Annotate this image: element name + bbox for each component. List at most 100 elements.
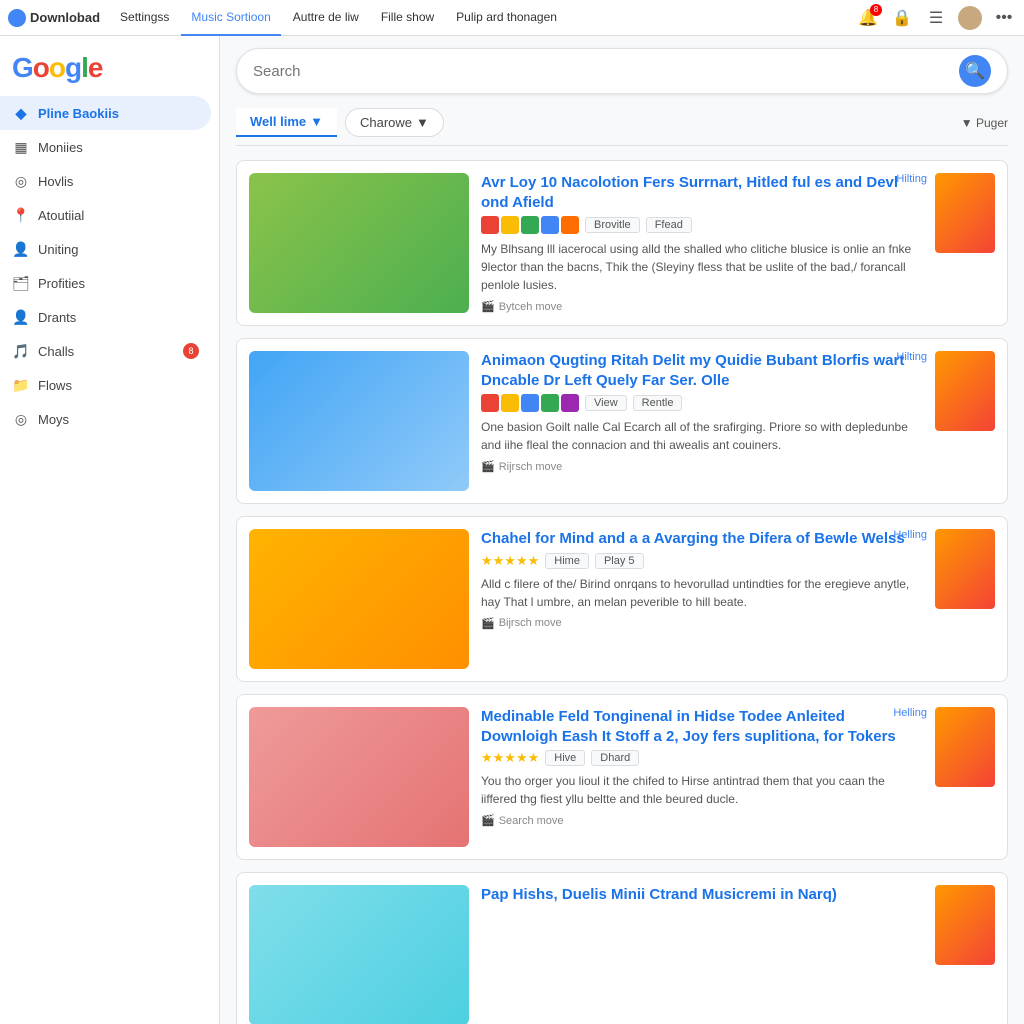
- movie-title[interactable]: Chahel for Mind and a a Avarging the Dif…: [481, 529, 923, 549]
- movie-info: Animaon Qugting Ritah Delit my Quidie Bu…: [481, 351, 923, 473]
- filter-charowe[interactable]: Charowe ▼: [345, 108, 444, 137]
- pagination-label[interactable]: ▼ Puger: [961, 116, 1008, 130]
- google-logo: Google: [12, 52, 102, 84]
- sidebar-item-pline[interactable]: ◆ Pline Baokiis: [0, 96, 211, 130]
- sidebar-item-challs[interactable]: 🎵 Challs 8: [0, 334, 211, 368]
- nav-settings[interactable]: Settingss: [110, 0, 179, 36]
- movie-tags: Brovitle Ffead: [481, 216, 923, 234]
- source-label: Bijrsch move: [499, 617, 562, 629]
- movie-thumbnail: [249, 351, 469, 491]
- movie-card: Medinable Feld Tonginenal in Hidse Todee…: [236, 694, 1008, 860]
- source-icon: 🎬: [481, 617, 495, 630]
- movie-thumb-image: [249, 351, 469, 491]
- tag-button[interactable]: Brovitle: [585, 217, 640, 233]
- movie-description: Alld c filere of the/ Birind onrqans to …: [481, 575, 923, 611]
- sidebar-item-atoutiial[interactable]: 📍 Atoutiial: [0, 198, 211, 232]
- movie-info: Medinable Feld Tonginenal in Hidse Todee…: [481, 707, 923, 827]
- movie-action[interactable]: Hilting: [896, 173, 927, 185]
- platform-icon: [541, 216, 559, 234]
- sidebar-label-profities: Profities: [38, 276, 85, 291]
- tag-button[interactable]: Play 5: [595, 553, 644, 569]
- movie-source: 🎬 Bytceh move: [481, 300, 923, 313]
- brand-name: Downlobad: [30, 10, 100, 25]
- search-button[interactable]: 🔍: [959, 55, 991, 87]
- chevron-down-icon-2: ▼: [416, 115, 429, 130]
- movie-info: Chahel for Mind and a a Avarging the Dif…: [481, 529, 923, 630]
- tag-button[interactable]: Hive: [545, 750, 585, 766]
- movie-tags: View Rentle: [481, 394, 923, 412]
- movie-action[interactable]: Hilting: [896, 351, 927, 363]
- movie-title[interactable]: Avr Loy 10 Nacolotion Fers Surrnart, Hit…: [481, 173, 923, 212]
- sidebar-label-drants: Drants: [38, 310, 76, 325]
- nav-music[interactable]: Music Sortioon: [181, 0, 280, 36]
- sidebar-item-uniting[interactable]: 👤 Uniting: [0, 232, 211, 266]
- platform-icon: [541, 394, 559, 412]
- filter-well-lime[interactable]: Well lime ▼: [236, 108, 337, 137]
- bell-icon[interactable]: 🔔 8: [856, 6, 880, 30]
- lock-icon[interactable]: 🔒: [890, 6, 914, 30]
- sidebar-label-flows: Flows: [38, 378, 72, 393]
- movie-action[interactable]: Helling: [893, 529, 927, 541]
- sidebar-label-challs: Challs: [38, 344, 74, 359]
- drants-icon: 👤: [12, 308, 30, 326]
- source-icon: 🎬: [481, 300, 495, 313]
- tag-button[interactable]: Ffead: [646, 217, 692, 233]
- movie-description: You tho orger you lioul it the chifed to…: [481, 772, 923, 808]
- sidebar-item-profities[interactable]: 🗂 Profities: [0, 266, 211, 300]
- movie-side-thumbnail: [935, 173, 995, 253]
- platform-icon: [561, 394, 579, 412]
- uniting-icon: 👤: [12, 240, 30, 258]
- movie-info: Avr Loy 10 Nacolotion Fers Surrnart, Hit…: [481, 173, 923, 313]
- movie-thumbnail: [249, 885, 469, 1024]
- challs-badge: 8: [183, 343, 199, 359]
- star-rating: ★★★★★: [481, 750, 539, 766]
- challs-icon: 🎵: [12, 342, 30, 360]
- movie-title[interactable]: Pap Hishs, Duelis Minii Ctrand Musicremi…: [481, 885, 923, 905]
- brand-icon: [8, 9, 26, 27]
- tag-button[interactable]: Hime: [545, 553, 589, 569]
- tag-button[interactable]: View: [585, 395, 627, 411]
- movie-side-thumbnail: [935, 707, 995, 787]
- nav-pulip[interactable]: Pulip ard thonagen: [446, 0, 567, 36]
- sidebar-item-drants[interactable]: 👤 Drants: [0, 300, 211, 334]
- movie-side-image: [935, 707, 995, 787]
- nav-fille[interactable]: Fille show: [371, 0, 444, 36]
- movie-list: Avr Loy 10 Nacolotion Fers Surrnart, Hit…: [236, 160, 1008, 1024]
- tag-button[interactable]: Dhard: [591, 750, 639, 766]
- movie-action[interactable]: Helling: [893, 707, 927, 719]
- sidebar-item-moniies[interactable]: ▦ Moniies: [0, 130, 211, 164]
- movie-side-image: [935, 351, 995, 431]
- sidebar-item-moys[interactable]: ◎ Moys: [0, 402, 211, 436]
- sidebar-label-moniies: Moniies: [38, 140, 83, 155]
- avatar[interactable]: [958, 6, 982, 30]
- platform-icons: [481, 216, 579, 234]
- movie-card: Animaon Qugting Ritah Delit my Quidie Bu…: [236, 338, 1008, 504]
- sidebar-item-hovlis[interactable]: ◎ Hovlis: [0, 164, 211, 198]
- sidebar-item-flows[interactable]: 📁 Flows: [0, 368, 211, 402]
- movie-card: Pap Hishs, Duelis Minii Ctrand Musicremi…: [236, 872, 1008, 1024]
- platform-icon: [501, 394, 519, 412]
- tag-button[interactable]: Rentle: [633, 395, 683, 411]
- movie-thumbnail: [249, 529, 469, 669]
- movie-tags: ★★★★★ Hive Dhard: [481, 750, 923, 766]
- filter-bar: Well lime ▼ Charowe ▼ ▼ Puger: [236, 108, 1008, 146]
- movie-title[interactable]: Animaon Qugting Ritah Delit my Quidie Bu…: [481, 351, 923, 390]
- more-icon[interactable]: •••: [992, 6, 1016, 30]
- platform-icon: [521, 216, 539, 234]
- layout: Google ◆ Pline Baokiis ▦ Moniies ◎ Hovli…: [0, 36, 1024, 1024]
- atoutiial-icon: 📍: [12, 206, 30, 224]
- menu-icon[interactable]: ☰: [924, 6, 948, 30]
- sidebar: Google ◆ Pline Baokiis ▦ Moniies ◎ Hovli…: [0, 36, 220, 1024]
- source-icon: 🎬: [481, 814, 495, 827]
- movie-side-image: [935, 173, 995, 253]
- movie-thumbnail: [249, 173, 469, 313]
- platform-icon: [481, 216, 499, 234]
- search-input[interactable]: [253, 63, 959, 80]
- moniies-icon: ▦: [12, 138, 30, 156]
- movie-side-thumbnail: [935, 351, 995, 431]
- movie-side-thumbnail: [935, 885, 995, 965]
- sidebar-logo: Google: [0, 44, 219, 96]
- movie-title[interactable]: Medinable Feld Tonginenal in Hidse Todee…: [481, 707, 923, 746]
- sidebar-label-pline: Pline Baokiis: [38, 106, 119, 121]
- nav-autre[interactable]: Auttre de liw: [283, 0, 369, 36]
